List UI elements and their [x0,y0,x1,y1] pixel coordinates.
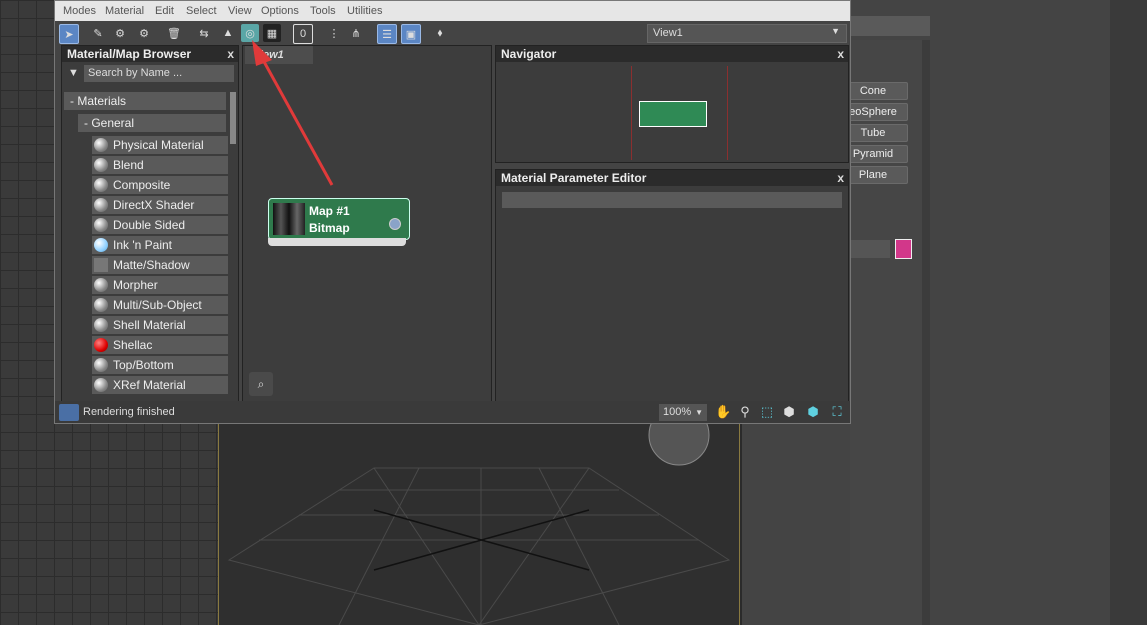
annotation-arrow [252,40,334,186]
